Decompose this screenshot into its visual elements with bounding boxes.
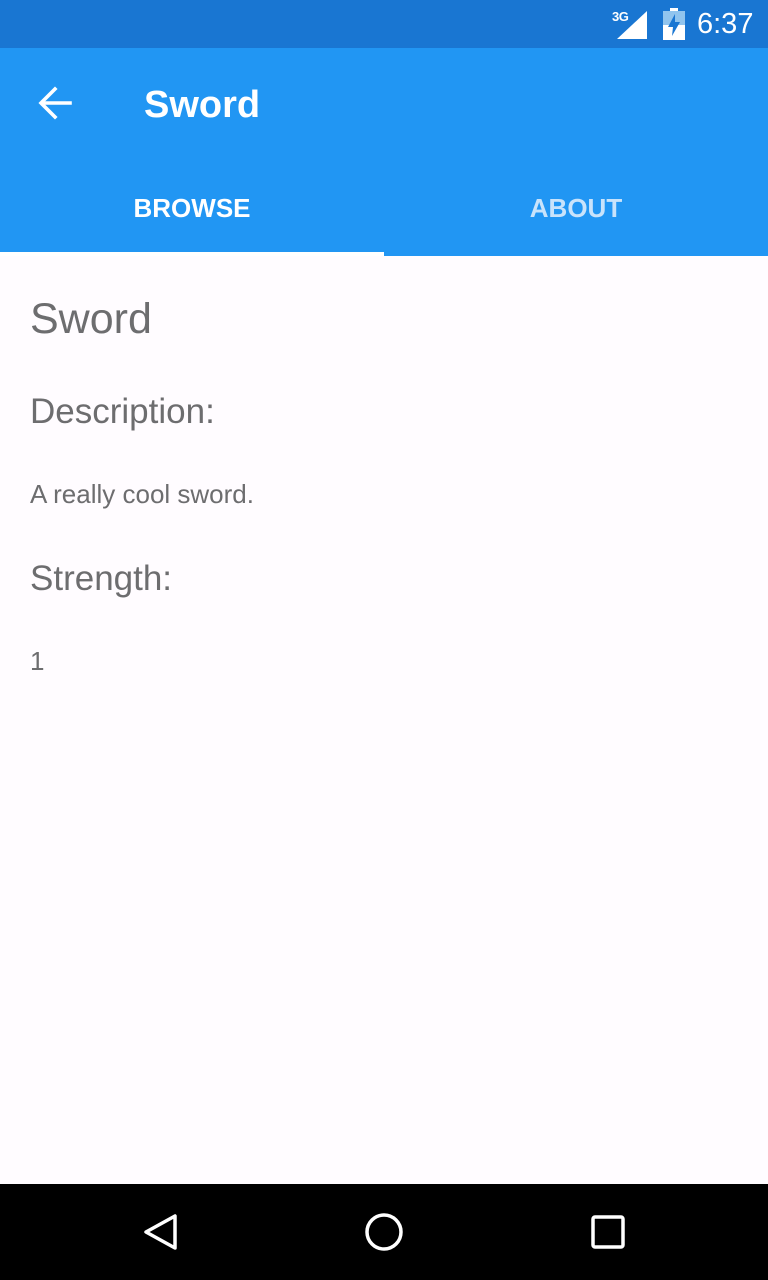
tab-selected-indicator: [0, 252, 384, 256]
recents-square-icon: [591, 1215, 625, 1249]
battery-icon: [663, 8, 685, 40]
arrow-back-icon: [38, 86, 72, 120]
back-triangle-icon: [144, 1214, 177, 1250]
home-circle-icon: [365, 1213, 403, 1251]
system-navigation-bar: [0, 1184, 768, 1280]
nav-back-button[interactable]: [128, 1200, 192, 1264]
tab-browse[interactable]: BROWSE: [0, 160, 384, 256]
strength-label: Strength:: [30, 559, 173, 598]
app-bar: Sword BROWSE ABOUT: [0, 48, 768, 256]
back-button[interactable]: [22, 70, 86, 134]
tab-about[interactable]: ABOUT: [384, 160, 768, 256]
tab-about-label: ABOUT: [529, 192, 623, 223]
description-value: A really cool sword.: [30, 479, 254, 509]
item-name: Sword: [30, 295, 152, 343]
nav-recents-button[interactable]: [576, 1200, 640, 1264]
description-label: Description:: [30, 392, 215, 431]
tab-browse-label: BROWSE: [133, 192, 251, 223]
status-bar: 3G 6:37: [0, 0, 768, 48]
nav-home-button[interactable]: [352, 1200, 416, 1264]
strength-value: 1: [30, 646, 45, 676]
tab-bar: BROWSE ABOUT: [0, 160, 768, 256]
page-title: Sword: [144, 84, 261, 126]
signal-icon: [617, 11, 647, 39]
status-clock: 6:37: [697, 8, 754, 40]
